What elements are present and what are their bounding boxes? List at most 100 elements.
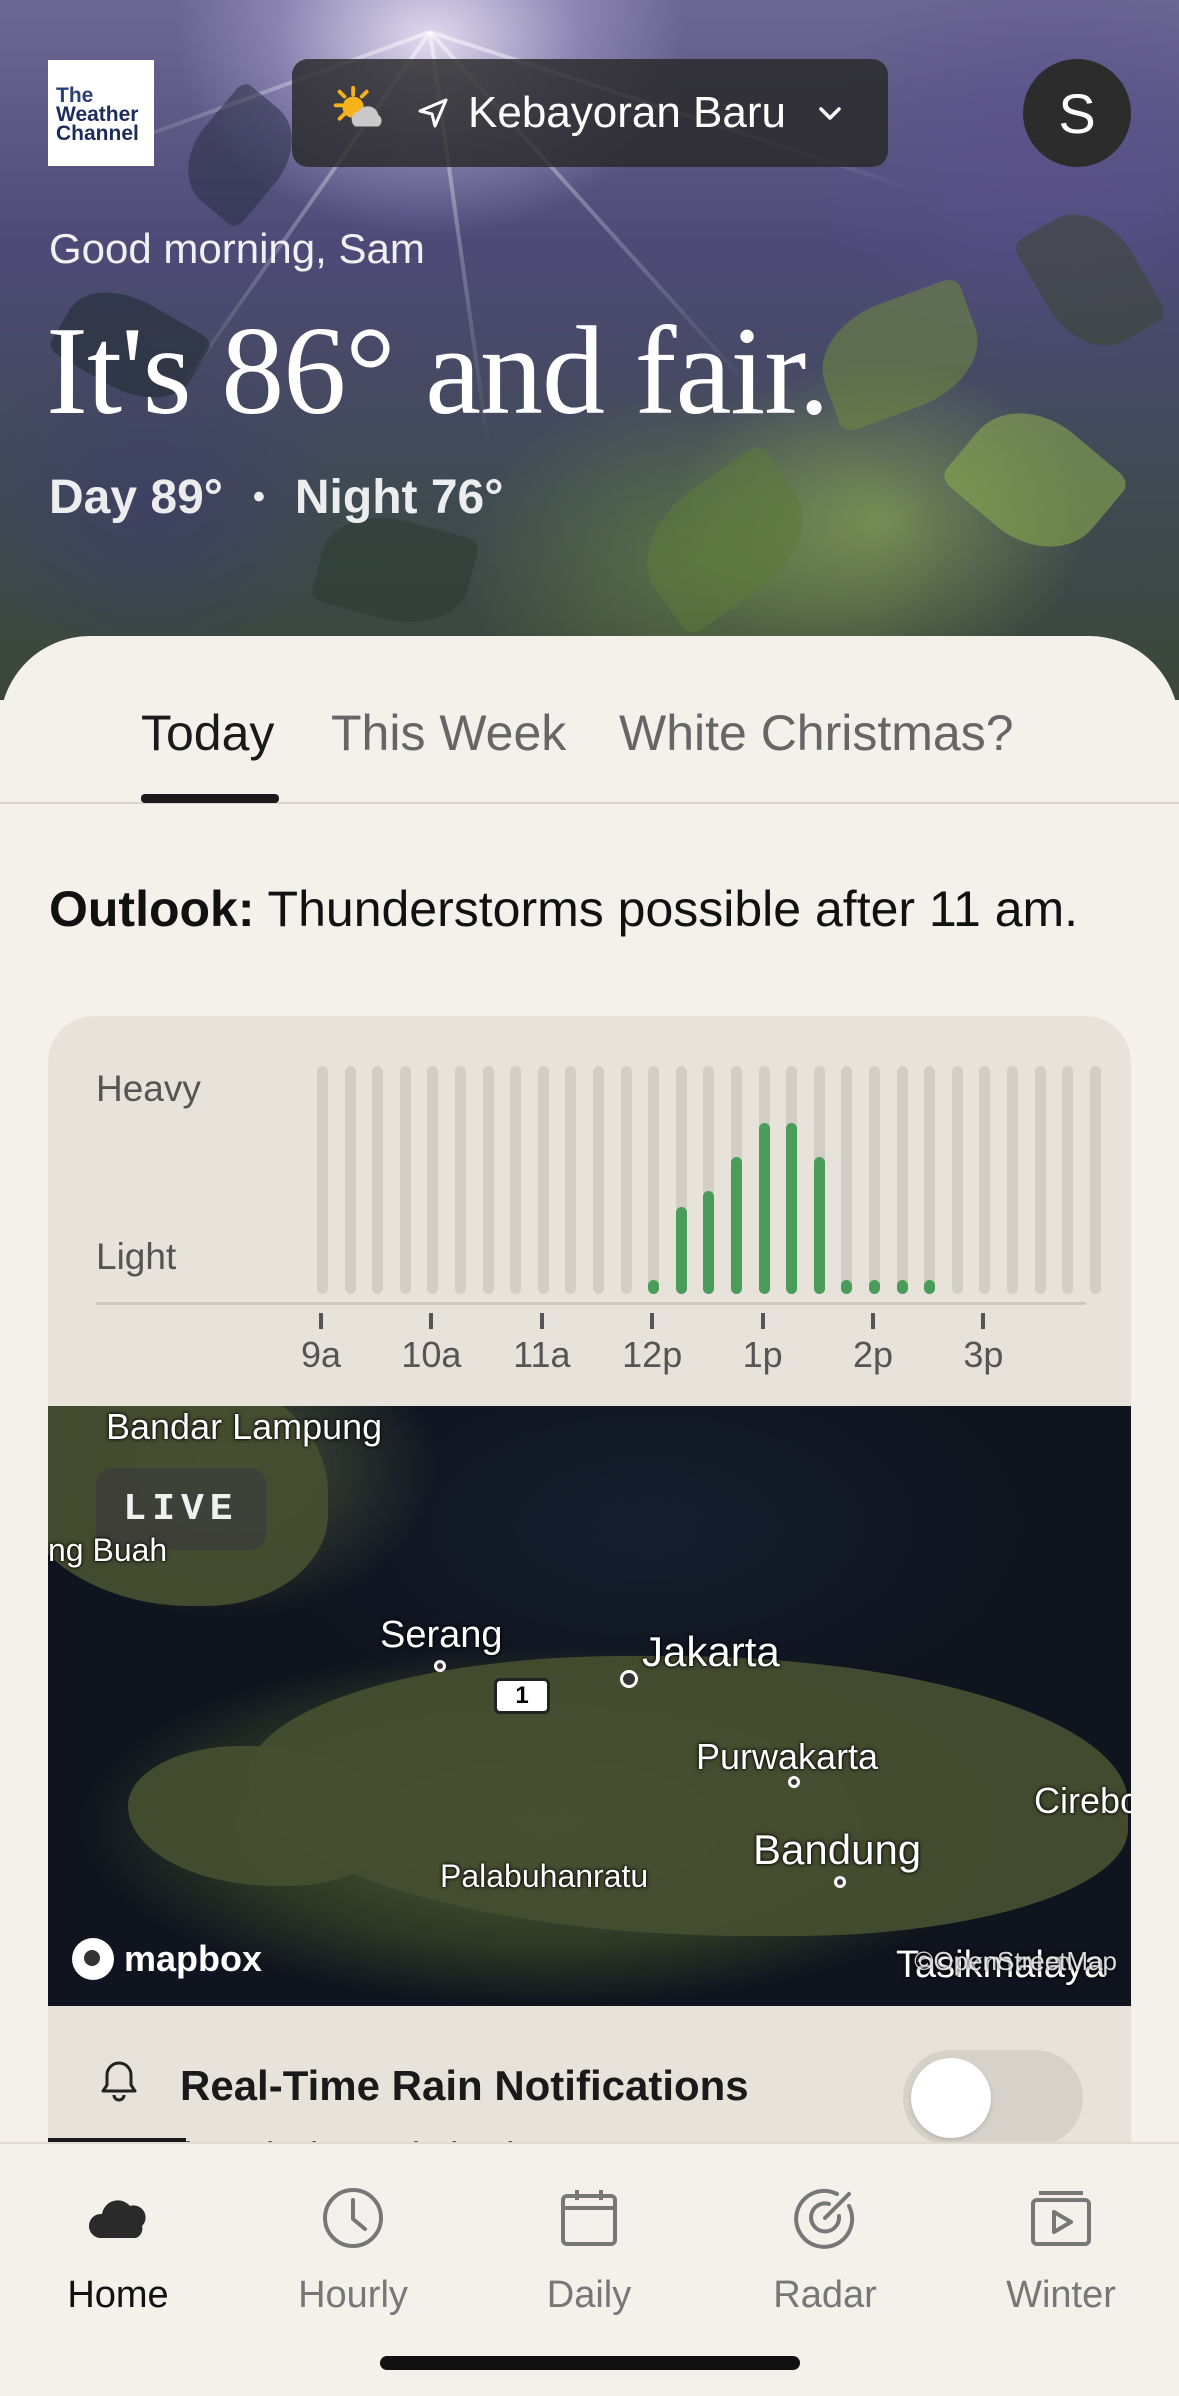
time-tick-label: 3p <box>963 1334 1004 1375</box>
weather-channel-logo[interactable]: The Weather Channel <box>48 60 154 166</box>
map-city-label: ng Buah <box>48 1532 168 1568</box>
precip-bar-track <box>620 1066 632 1294</box>
precip-bar-track <box>1034 1066 1046 1294</box>
profile-avatar[interactable]: S <box>1023 59 1131 167</box>
calendar-icon <box>561 2190 617 2246</box>
clock-icon <box>323 2188 383 2248</box>
tab-hourly[interactable]: Hourly <box>253 2182 453 2317</box>
sun-cloud-icon <box>333 85 382 127</box>
greeting-text: Good morning, Sam <box>49 225 425 272</box>
tab-this-week[interactable]: This Week <box>331 704 566 762</box>
tab-today[interactable]: Today <box>141 704 274 762</box>
tab-white-christmas[interactable]: White Christmas? <box>619 704 1014 762</box>
separator-dot: • <box>252 478 265 516</box>
time-tick-label: 1p <box>742 1334 783 1375</box>
precip-bar-track <box>1007 1066 1018 1294</box>
precip-bar <box>924 1280 936 1294</box>
tab-daily[interactable]: Daily <box>489 2182 689 2317</box>
outlook-text: Outlook: Thunderstorms possible after 11… <box>49 880 1078 938</box>
map-city-label: Cirebo <box>1034 1780 1131 1821</box>
precip-bar <box>813 1157 825 1294</box>
precip-bar-track <box>1089 1066 1101 1294</box>
home-indicator <box>380 2356 800 2370</box>
map-city-label: Serang <box>380 1614 503 1656</box>
tab-hourly-label: Hourly <box>298 2274 408 2316</box>
chevron-down-icon <box>819 107 841 120</box>
time-tick-label: 10a <box>401 1334 462 1375</box>
precip-bar-track <box>537 1066 549 1294</box>
bell-icon <box>101 2061 137 2102</box>
precip-bar <box>896 1280 908 1294</box>
night-temp: Night 76° <box>294 471 504 524</box>
tab-winter-label: Winter <box>1006 2274 1116 2316</box>
tab-daily-label: Daily <box>546 2274 632 2316</box>
precip-bar-track <box>399 1066 411 1294</box>
precip-chart[interactable]: Heavy Light 9a 10a 11a 12p 1p 2p 3p <box>48 1016 1131 1406</box>
precip-bar-track <box>565 1066 577 1294</box>
precip-bar <box>869 1280 880 1294</box>
tab-winter[interactable]: Winter <box>961 2182 1161 2317</box>
time-tick <box>650 1313 655 1329</box>
time-tick <box>539 1313 544 1329</box>
location-name: Kebayoran Baru <box>468 88 786 137</box>
video-icon <box>1031 2191 1091 2246</box>
level-heavy-label: Heavy <box>96 1068 201 1109</box>
navigation-arrow-icon <box>418 98 448 128</box>
current-conditions-headline: It's 86° and fair. <box>46 302 830 441</box>
time-tick-label: 11a <box>513 1334 571 1375</box>
location-selector[interactable]: Kebayoran Baru <box>292 59 888 167</box>
map-city-dot <box>620 1670 638 1688</box>
day-temp: Day 89° <box>49 471 223 524</box>
time-tick <box>760 1313 765 1329</box>
map-city-dot <box>434 1660 446 1672</box>
rain-notification-row[interactable]: Real-Time Rain Notifications Get alerted… <box>48 2006 1131 2146</box>
tab-radar[interactable]: Radar <box>725 2182 925 2317</box>
precip-bar-track <box>344 1066 356 1294</box>
time-tick-label: 12p <box>622 1334 683 1375</box>
radar-icon <box>794 2188 855 2249</box>
precip-bar <box>786 1123 798 1294</box>
precip-bar-track <box>869 1066 880 1294</box>
precip-bar-track <box>951 1066 963 1294</box>
precip-bar-track <box>896 1066 908 1294</box>
precip-bar-track <box>510 1066 522 1294</box>
precip-bar <box>758 1123 770 1294</box>
time-tick <box>319 1313 323 1329</box>
precip-bar-track <box>427 1066 439 1294</box>
radar-map[interactable]: LIVE Bandar Lampung ng Buah Serang Jakar… <box>48 1406 1131 2006</box>
mapbox-logo[interactable]: mapbox <box>72 1938 262 1980</box>
logo-line-3: Channel <box>56 122 139 145</box>
precip-bar <box>703 1191 715 1294</box>
precip-bar <box>648 1280 660 1294</box>
map-city-dot <box>834 1876 846 1888</box>
tab-home[interactable]: Home <box>18 2182 218 2317</box>
cloud-icon <box>88 2200 146 2238</box>
day-night-temps: Day 89° • Night 76° <box>49 470 503 525</box>
map-city-label: Jakarta <box>642 1628 780 1675</box>
active-tab-indicator <box>141 794 279 803</box>
mapbox-icon <box>72 1938 114 1980</box>
precip-bar-track <box>924 1066 936 1294</box>
precip-bar <box>841 1280 853 1294</box>
rain-notification-toggle[interactable] <box>903 2050 1083 2146</box>
precip-bar-track <box>1062 1066 1074 1294</box>
time-tick <box>429 1313 434 1329</box>
outlook-label: Outlook: <box>49 881 255 937</box>
tab-bar-top: Today This Week White Christmas? <box>0 694 1179 804</box>
precip-bar-track <box>455 1066 466 1294</box>
map-city-label: Bandung <box>753 1826 922 1873</box>
road-shield: 1 <box>494 1678 550 1714</box>
time-tick <box>871 1313 875 1329</box>
map-attribution[interactable]: ©OpenStreetMap <box>914 1946 1117 1977</box>
map-city-label: Bandar Lampung <box>106 1406 383 1447</box>
precip-bar-track <box>593 1066 604 1294</box>
precip-bar <box>675 1207 687 1294</box>
precip-bar-track <box>482 1066 494 1294</box>
precip-bar-track <box>979 1066 991 1294</box>
tab-radar-label: Radar <box>773 2274 877 2316</box>
map-city-label: Palabuhanratu <box>440 1858 649 1894</box>
chart-baseline <box>96 1302 1086 1305</box>
outlook-description: Thunderstorms possible after 11 am. <box>267 881 1079 937</box>
tab-home-label: Home <box>67 2274 169 2316</box>
precip-bar-track <box>841 1066 853 1294</box>
